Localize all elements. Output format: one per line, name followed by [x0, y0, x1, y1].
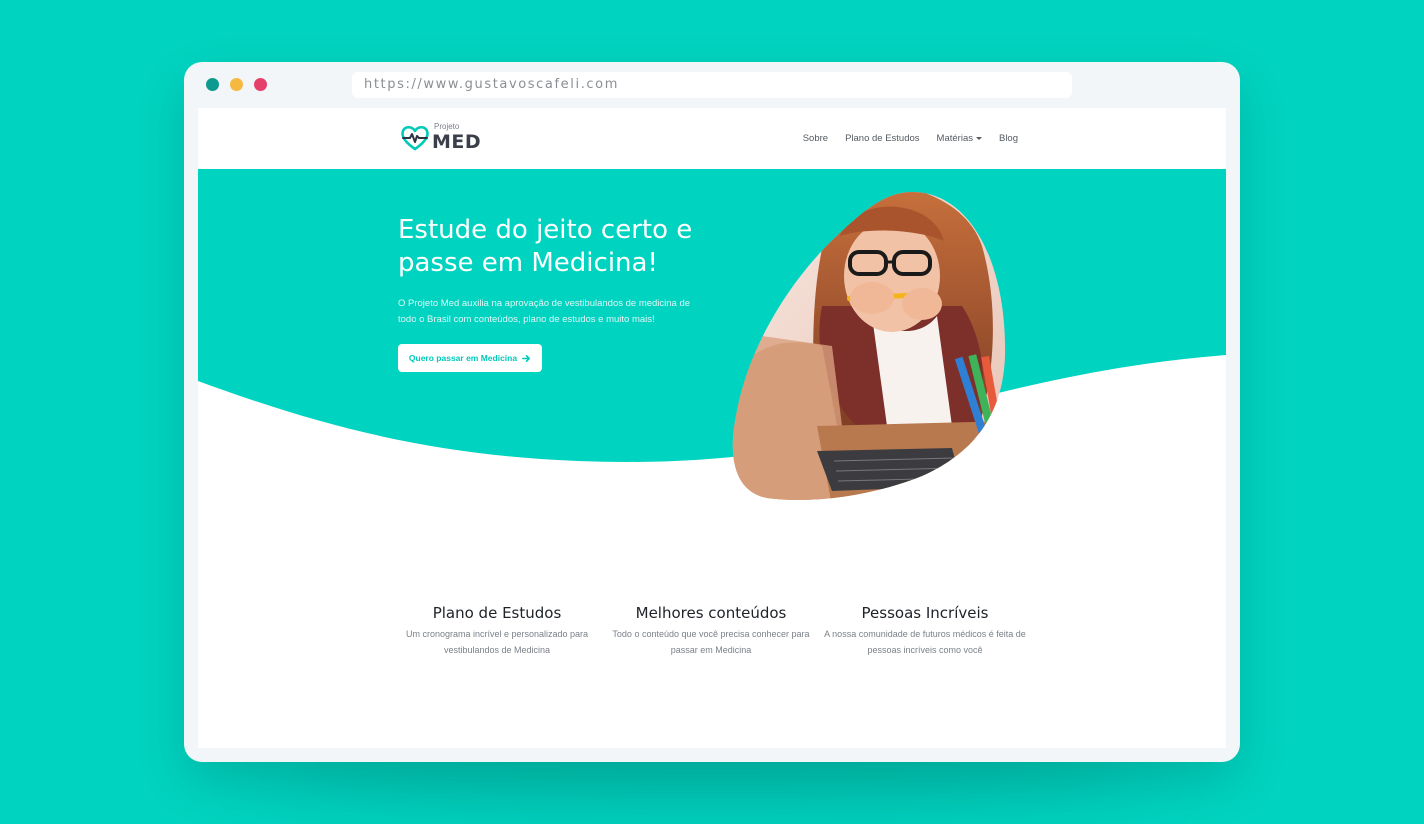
cta-button[interactable]: Quero passar em Medicina — [398, 344, 542, 372]
feature-title: Plano de Estudos — [432, 604, 562, 622]
feature-text: Um cronograma incrível e personalizado p… — [405, 629, 589, 655]
nav-item-sobre[interactable]: Sobre — [803, 133, 828, 144]
address-bar[interactable]: https://www.gustavoscafeli.com — [352, 72, 1072, 98]
hero-student-photo — [732, 192, 1006, 500]
navbar: Projeto MED Sobre Plano de Estudos Matér… — [198, 108, 1226, 169]
nav-item-plano-de-estudos[interactable]: Plano de Estudos — [845, 133, 919, 144]
hero-description: O Projeto Med auxilia na aprovação de ve… — [398, 298, 691, 325]
logo-small-text: Projeto — [434, 122, 460, 131]
feature-text: Todo o conteúdo que você precisa conhece… — [612, 629, 810, 655]
window-dot-teal[interactable] — [206, 78, 219, 91]
feature-melhores-conteudos: Melhores conteúdos Todo o conteúdo que v… — [606, 604, 816, 658]
hero-title: Estude do jeito certo e passe em Medicin… — [398, 215, 693, 278]
window-dot-yellow[interactable] — [230, 78, 243, 91]
arrow-right-icon — [522, 354, 531, 362]
heart-pulse-icon — [401, 125, 429, 151]
nav-item-materias-label: Matérias — [936, 133, 973, 144]
cta-label: Quero passar em Medicina — [408, 353, 518, 363]
window-dot-red[interactable] — [254, 78, 267, 91]
nav-item-materias[interactable]: Matérias — [937, 133, 982, 144]
feature-pessoas-incriveis: Pessoas Incríveis A nossa comunidade de … — [820, 604, 1030, 658]
nav-item-blog[interactable]: Blog — [999, 133, 1018, 144]
feature-title: Pessoas Incríveis — [861, 604, 989, 622]
feature-title: Melhores conteúdos — [635, 604, 787, 622]
logo[interactable]: Projeto MED — [400, 122, 482, 153]
feature-plano-de-estudos: Plano de Estudos Um cronograma incrível … — [392, 604, 602, 658]
main-nav: Sobre Plano de Estudos Matérias Blog — [803, 133, 1018, 144]
caret-down-icon — [975, 137, 982, 140]
page-viewport: Projeto MED Sobre Plano de Estudos Matér… — [198, 108, 1226, 748]
browser-window: https://www.gustavoscafeli.com Projeto M… — [184, 62, 1240, 762]
logo-big-text: MED — [432, 131, 482, 153]
feature-text: A nossa comunidade de futuros médicos é … — [824, 629, 1026, 655]
window-controls — [206, 78, 267, 91]
